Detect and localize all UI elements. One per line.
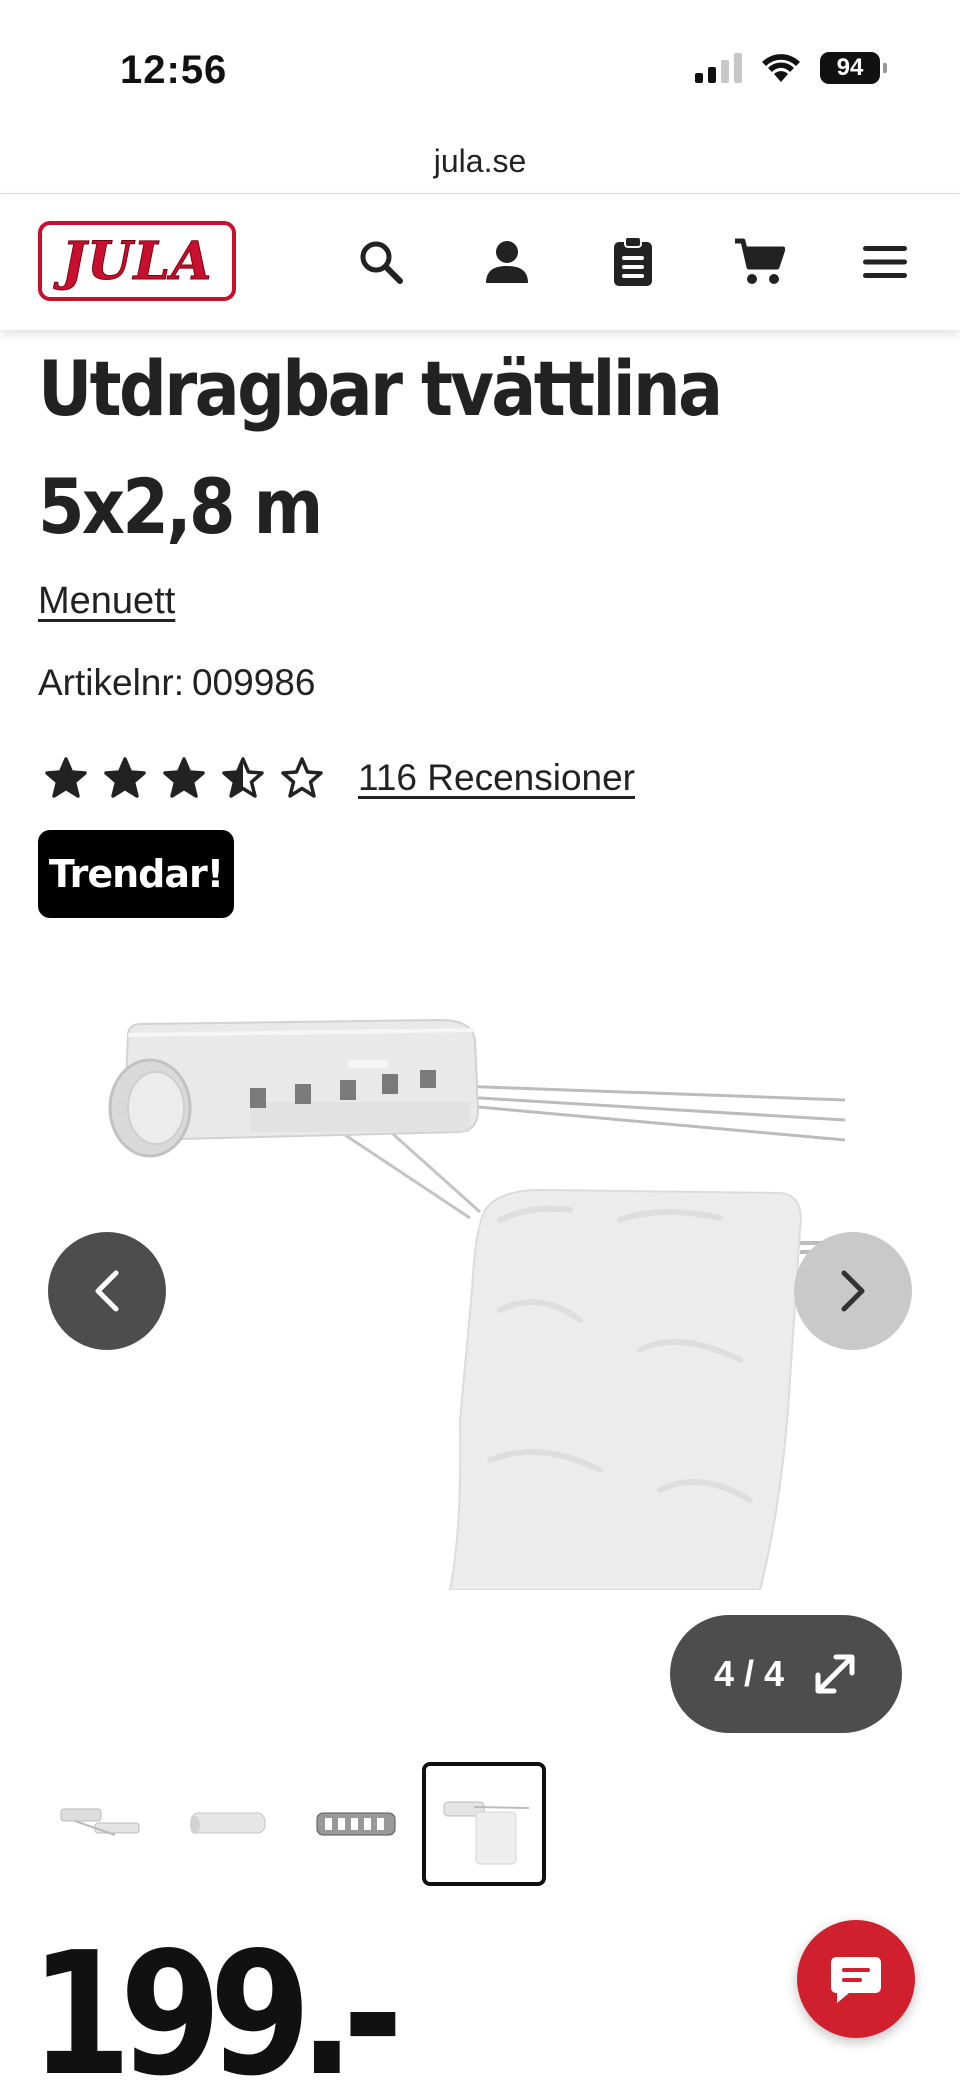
brand-link[interactable]: Menuett bbox=[38, 580, 175, 623]
header-actions bbox=[350, 231, 916, 293]
chevron-right-icon bbox=[841, 1270, 865, 1312]
battery-level: 94 bbox=[836, 54, 864, 81]
search-button[interactable] bbox=[350, 231, 412, 293]
thumbnail-1[interactable] bbox=[38, 1762, 162, 1886]
address-bar[interactable]: jula.se bbox=[0, 130, 960, 194]
star-empty-icon bbox=[281, 757, 323, 798]
menu-button[interactable] bbox=[854, 231, 916, 293]
product-gallery[interactable] bbox=[0, 960, 960, 1610]
status-bar: 12:56 94 bbox=[0, 0, 960, 130]
thumbnail-image bbox=[60, 1808, 140, 1836]
reviews-link[interactable]: 116 Recensioner bbox=[358, 757, 635, 799]
product-title: Utdragbar tvättlina 5x2,8 m bbox=[38, 344, 723, 551]
shopping-list-icon bbox=[614, 236, 652, 286]
rating-stars bbox=[44, 756, 324, 800]
thumbnail-image bbox=[316, 1812, 396, 1836]
expand-icon bbox=[815, 1654, 855, 1694]
account-icon bbox=[486, 241, 528, 283]
trend-badge: Trendar! bbox=[38, 830, 234, 918]
product-price: 199.- bbox=[30, 1916, 403, 2081]
article-value: 009986 bbox=[191, 662, 316, 703]
product-image[interactable] bbox=[100, 990, 860, 1590]
chat-icon bbox=[831, 1957, 881, 2003]
jula-logo[interactable]: JULA bbox=[38, 221, 236, 301]
product-rating[interactable]: 116 Recensioner bbox=[44, 756, 635, 800]
thumbnail-strip bbox=[38, 1762, 546, 1886]
logo-text: JULA bbox=[61, 230, 213, 292]
wifi-icon bbox=[762, 54, 800, 82]
cellular-signal-icon bbox=[695, 53, 742, 83]
search-icon bbox=[360, 241, 403, 284]
thumbnail-image bbox=[443, 1801, 530, 1865]
cart-button[interactable] bbox=[728, 231, 790, 293]
chat-button[interactable] bbox=[797, 1920, 915, 2038]
site-header: JULA bbox=[0, 195, 960, 330]
status-time: 12:56 bbox=[120, 48, 228, 92]
url-text: jula.se bbox=[433, 143, 527, 179]
star-half-icon bbox=[222, 757, 264, 798]
star-full-icon bbox=[45, 757, 87, 798]
thumbnail-3[interactable] bbox=[294, 1762, 418, 1886]
article-number: Artikelnr: 009986 bbox=[38, 662, 315, 704]
gallery-prev-button[interactable] bbox=[48, 1232, 166, 1350]
gallery-fullscreen-button[interactable]: 4 / 4 bbox=[670, 1615, 902, 1733]
thumbnail-2[interactable] bbox=[166, 1762, 290, 1886]
star-full-icon bbox=[104, 757, 146, 798]
menu-icon bbox=[863, 246, 907, 278]
status-indicators: 94 bbox=[695, 52, 887, 84]
gallery-next-button[interactable] bbox=[794, 1232, 912, 1350]
account-button[interactable] bbox=[476, 231, 538, 293]
star-full-icon bbox=[163, 757, 205, 798]
cart-icon bbox=[735, 238, 785, 284]
thumbnail-image bbox=[190, 1812, 266, 1834]
gallery-counter: 4 / 4 bbox=[713, 1653, 785, 1694]
chevron-left-icon bbox=[95, 1270, 119, 1312]
battery-icon: 94 bbox=[820, 52, 887, 84]
thumbnail-4[interactable] bbox=[422, 1762, 546, 1886]
shopping-list-button[interactable] bbox=[602, 231, 664, 293]
article-label: Artikelnr: bbox=[38, 662, 184, 703]
